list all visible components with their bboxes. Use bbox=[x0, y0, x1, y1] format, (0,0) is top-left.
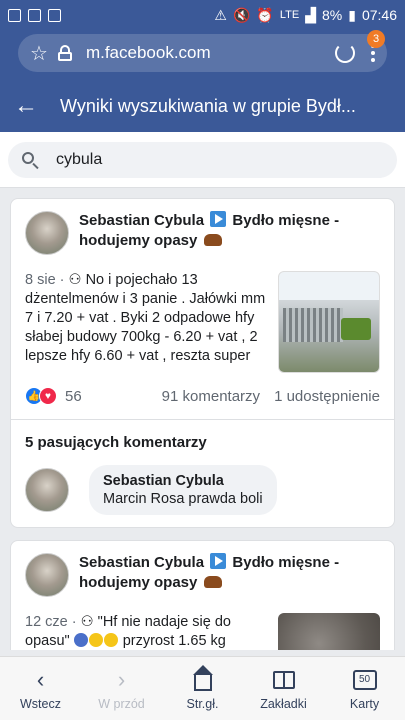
play-icon bbox=[210, 553, 227, 569]
notification-badge: 3 bbox=[367, 30, 385, 48]
browser-bottom-nav: ‹ Wstecz › W przód Str.gł. Zakładki 50 K… bbox=[0, 656, 405, 720]
post-stats: 👍 ♥ 56 91 komentarzy 1 udostępnienie bbox=[25, 387, 380, 405]
bookmarks-label: Zakładki bbox=[260, 696, 307, 711]
comment-bubble[interactable]: Sebastian Cybula Marcin Rosa prawda boli bbox=[89, 465, 277, 515]
post-text: 8 sie · ⚇ No i pojechało 13 dżentelmenów… bbox=[25, 271, 278, 367]
comment-count[interactable]: 91 komentarzy bbox=[162, 388, 260, 405]
post-header: Sebastian Cybula Bydło mięsne - hodujemy… bbox=[25, 211, 380, 255]
status-bar: ⚠ 🔇 ⏰ LTE ▟ 8% ▮ 07:46 bbox=[0, 0, 405, 30]
chevron-left-icon: ‹ bbox=[36, 666, 45, 692]
forward-button[interactable]: › W przód bbox=[81, 657, 162, 720]
separator-dot: · bbox=[59, 272, 65, 288]
matching-comments-title[interactable]: 5 pasujących komentarzy bbox=[25, 434, 380, 451]
home-button[interactable]: Str.gł. bbox=[162, 657, 243, 720]
bookmark-star-icon[interactable]: ☆ bbox=[30, 41, 48, 66]
search-box[interactable] bbox=[8, 142, 397, 178]
browser-menu-button[interactable]: 3 bbox=[367, 30, 385, 62]
group-members-icon: ⚇ bbox=[68, 272, 82, 288]
battery-level: 8% bbox=[322, 7, 343, 23]
post-author[interactable]: Sebastian Cybula bbox=[79, 212, 204, 229]
back-arrow-icon[interactable]: ← bbox=[14, 94, 38, 118]
clock: 07:46 bbox=[361, 7, 397, 23]
post-body[interactable]: 12 cze · ⚇ "Hf nie nadaje się do opasu" … bbox=[25, 613, 380, 650]
back-button[interactable]: ‹ Wstecz bbox=[0, 657, 81, 720]
group-members-icon: ⚇ bbox=[80, 614, 94, 630]
comment: Sebastian Cybula Marcin Rosa prawda boli bbox=[25, 465, 380, 515]
share-count[interactable]: 1 udostępnienie bbox=[274, 388, 380, 405]
tractor-shape bbox=[341, 318, 371, 340]
image-icon bbox=[28, 8, 41, 22]
tabs-button[interactable]: 50 Karty bbox=[324, 657, 405, 720]
post-date[interactable]: 8 sie bbox=[25, 272, 56, 288]
search-input[interactable] bbox=[56, 151, 336, 169]
status-system: ⚠ 🔇 ⏰ LTE ▟ 8% ▮ 07:46 bbox=[214, 7, 397, 24]
tabs-count: 50 bbox=[352, 669, 377, 690]
signal-icon: ▟ bbox=[305, 6, 316, 23]
comment-author[interactable]: Sebastian Cybula bbox=[103, 473, 263, 489]
home-label: Str.gł. bbox=[186, 696, 219, 711]
emoji-icon bbox=[88, 633, 103, 647]
lock-icon bbox=[57, 45, 72, 61]
post-text: 12 cze · ⚇ "Hf nie nadaje się do opasu" … bbox=[25, 613, 278, 650]
post-card: Sebastian Cybula Bydło mięsne - hodujemy… bbox=[10, 198, 395, 528]
divider bbox=[11, 419, 394, 420]
cow-icon bbox=[203, 576, 222, 588]
post-author-line: Sebastian Cybula Bydło mięsne - hodujemy… bbox=[79, 553, 380, 593]
truck-shape bbox=[283, 308, 343, 342]
post-content-continued: przyrost 1.65 kg bbox=[122, 633, 226, 649]
cow-icon bbox=[203, 234, 222, 246]
book-icon bbox=[272, 667, 295, 693]
page-header: ← Wyniki wyszukiwania w grupie Bydł... bbox=[0, 80, 405, 132]
emoji-icon bbox=[103, 633, 118, 647]
checklist-icon bbox=[48, 8, 61, 22]
mute-icon: 🔇 bbox=[232, 6, 251, 23]
home-icon bbox=[192, 664, 213, 693]
battery-icon: ▮ bbox=[348, 6, 356, 23]
avatar[interactable] bbox=[25, 211, 69, 255]
love-reaction-icon: ♥ bbox=[39, 387, 57, 405]
post-image[interactable] bbox=[278, 613, 380, 650]
status-notifications bbox=[8, 8, 61, 22]
url-bar[interactable]: ☆ m.facebook.com 3 bbox=[18, 30, 387, 72]
reaction-count[interactable]: 56 bbox=[65, 388, 82, 405]
gallery-icon bbox=[8, 8, 21, 22]
post-image[interactable] bbox=[278, 271, 380, 373]
url-text[interactable]: m.facebook.com bbox=[86, 43, 211, 63]
play-icon bbox=[210, 211, 227, 227]
tabs-label: Karty bbox=[349, 696, 380, 711]
forward-label: W przód bbox=[98, 696, 145, 711]
chevron-right-icon: › bbox=[117, 666, 126, 692]
avatar[interactable] bbox=[25, 553, 69, 597]
separator-dot: · bbox=[71, 614, 77, 630]
alarm-icon: ⏰ bbox=[256, 6, 274, 23]
bookmarks-button[interactable]: Zakładki bbox=[243, 657, 324, 720]
emoji-icon bbox=[73, 633, 88, 647]
back-label: Wstecz bbox=[20, 696, 61, 711]
post-author-line: Sebastian Cybula Bydło mięsne - hodujemy… bbox=[79, 211, 380, 251]
comment-avatar[interactable] bbox=[25, 468, 69, 512]
browser-toolbar: ☆ m.facebook.com 3 bbox=[0, 30, 405, 80]
results-feed: Sebastian Cybula Bydło mięsne - hodujemy… bbox=[0, 188, 405, 650]
warning-icon: ⚠ bbox=[214, 6, 227, 23]
search-icon bbox=[22, 152, 39, 170]
page-title: Wyniki wyszukiwania w grupie Bydł... bbox=[60, 95, 356, 116]
network-type: LTE bbox=[279, 9, 300, 21]
post-author[interactable]: Sebastian Cybula bbox=[79, 554, 204, 571]
comment-text: Marcin Rosa prawda boli bbox=[103, 491, 263, 507]
tabs-icon: 50 bbox=[352, 667, 377, 693]
post-header: Sebastian Cybula Bydło mięsne - hodujemy… bbox=[25, 553, 380, 597]
post-body[interactable]: 8 sie · ⚇ No i pojechało 13 dżentelmenów… bbox=[25, 271, 380, 373]
search-section bbox=[0, 132, 405, 188]
post-date[interactable]: 12 cze bbox=[25, 614, 68, 630]
post-card: Sebastian Cybula Bydło mięsne - hodujemy… bbox=[10, 540, 395, 650]
refresh-icon[interactable] bbox=[335, 43, 355, 63]
